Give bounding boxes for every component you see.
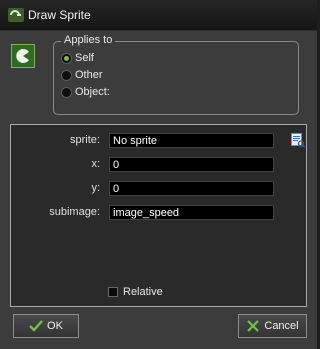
sprite-label: sprite:	[70, 134, 100, 146]
relative-label: Relative	[123, 286, 163, 298]
y-label: y:	[91, 182, 100, 194]
sprite-browse-icon[interactable]	[291, 133, 305, 148]
draw-sprite-dialog: Draw Sprite Applies to Self Other Object…	[0, 0, 317, 349]
applies-to-legend: Applies to	[61, 34, 116, 46]
radio-self-dot[interactable]	[61, 52, 72, 64]
title-bar: Draw Sprite	[0, 0, 317, 31]
applies-to-group: Applies to Self Other Object:	[53, 34, 299, 115]
arguments-panel: sprite: No sprite x: 0 y: 0 subimage: im…	[10, 124, 307, 307]
relative-checkbox[interactable]	[108, 287, 118, 297]
y-field[interactable]: 0	[109, 181, 274, 196]
radio-other[interactable]: Other	[61, 67, 103, 83]
radio-self[interactable]: Self	[61, 50, 94, 66]
game-maker-icon	[8, 8, 24, 22]
pacman-icon	[16, 48, 29, 63]
radio-object-dot[interactable]	[61, 86, 72, 98]
ok-button[interactable]: OK	[13, 314, 79, 338]
radio-object-label: Object:	[75, 86, 110, 98]
relative-checkbox-row[interactable]: Relative	[108, 286, 163, 298]
ok-label: OK	[47, 320, 63, 332]
window-title: Draw Sprite	[28, 8, 91, 22]
cancel-label: Cancel	[264, 320, 299, 332]
sprite-field[interactable]: No sprite	[109, 133, 274, 148]
x-label: x:	[91, 158, 100, 170]
cross-icon	[247, 320, 260, 332]
checkmark-icon	[29, 320, 43, 332]
radio-other-label: Other	[75, 69, 103, 81]
x-field[interactable]: 0	[109, 157, 274, 172]
subimage-field[interactable]: image_speed	[109, 205, 274, 220]
radio-self-label: Self	[75, 52, 94, 64]
draw-sprite-action-icon	[11, 44, 35, 68]
subimage-label: subimage:	[49, 206, 100, 218]
cancel-button[interactable]: Cancel	[238, 314, 307, 338]
radio-object[interactable]: Object:	[61, 84, 110, 100]
radio-other-dot[interactable]	[61, 69, 72, 81]
